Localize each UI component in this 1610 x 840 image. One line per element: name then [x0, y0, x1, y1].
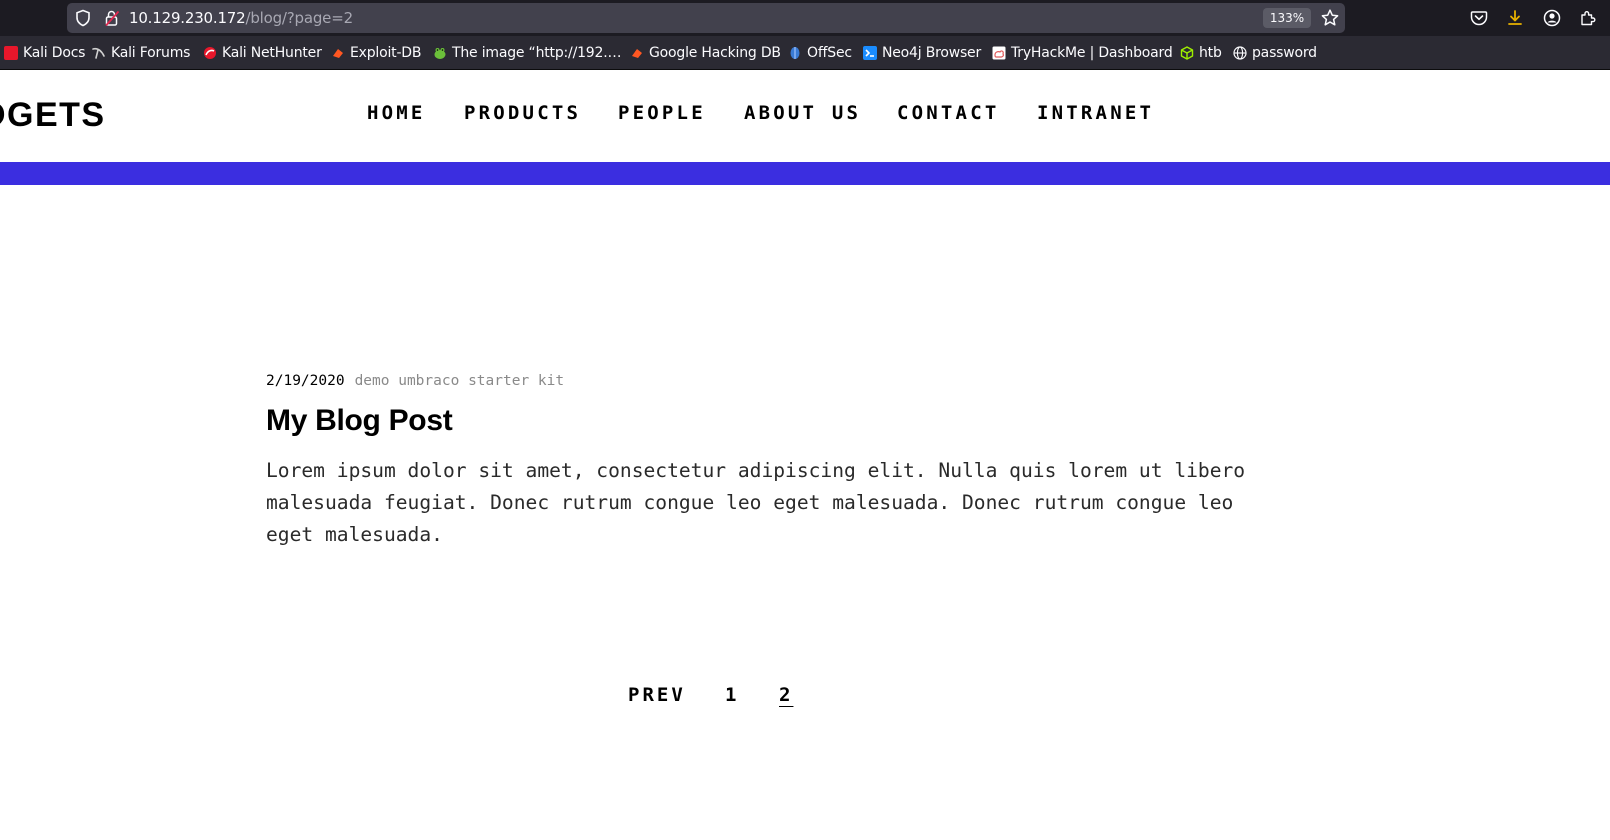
bookmark-neo4j-browser[interactable]: Neo4j Browser [863, 43, 981, 63]
account-icon[interactable] [1542, 8, 1562, 28]
bookmark-label: Kali NetHunter [222, 45, 322, 61]
pocket-icon[interactable] [1469, 8, 1489, 28]
post-title[interactable]: My Blog Post [266, 404, 453, 438]
neo4j-icon [863, 46, 877, 60]
pagination: PREV 1 2 [0, 684, 1610, 714]
bookmark-htb[interactable]: htb [1180, 43, 1222, 63]
bookmark-star-icon[interactable] [1320, 8, 1340, 28]
bookmark-label: htb [1199, 45, 1222, 61]
url-path: /blog/?page=2 [245, 9, 353, 27]
site-header: IDGETS HOME PRODUCTS PEOPLE ABOUT US CON… [0, 70, 1610, 162]
url-text[interactable]: 10.129.230.172/blog/?page=2 [129, 9, 353, 27]
nav-products[interactable]: PRODUCTS [464, 102, 581, 124]
ghdb-icon [632, 49, 642, 58]
bookmark-label: OffSec [807, 45, 852, 61]
bookmark-kali-nethunter[interactable]: Kali NetHunter [203, 43, 322, 63]
htb-cube-icon [1180, 46, 1194, 60]
exploit-db-icon [333, 49, 343, 58]
insecure-lock-icon[interactable] [103, 9, 121, 27]
bookmark-exploit-db[interactable]: Exploit-DB [331, 43, 421, 63]
tracking-protection-shield-icon[interactable] [74, 9, 92, 27]
bookmark-tryhackme[interactable]: TryHackMe | Dashboard [992, 43, 1173, 63]
extensions-puzzle-icon[interactable] [1578, 8, 1598, 28]
post-excerpt: Lorem ipsum dolor sit amet, consectetur … [266, 459, 1246, 546]
bookmark-label: password [1252, 45, 1317, 61]
url-host: 10.129.230.172 [129, 9, 246, 27]
offsec-icon [790, 47, 800, 59]
bookmark-label: Google Hacking DB [649, 45, 781, 61]
nav-home[interactable]: HOME [367, 102, 426, 124]
bookmark-google-hacking-db[interactable]: Google Hacking DB [630, 43, 781, 63]
bookmark-label: The image “http://192.… [452, 45, 622, 61]
post-tags: demo umbraco starter kit [354, 373, 565, 389]
main-nav: HOME PRODUCTS PEOPLE ABOUT US CONTACT IN… [0, 102, 1610, 132]
address-bar[interactable]: 10.129.230.172/blog/?page=2 133% [67, 3, 1345, 33]
header-accent-bar [0, 162, 1610, 185]
post-date: 2/19/2020 [266, 373, 345, 389]
nav-about-us[interactable]: ABOUT US [744, 102, 861, 124]
zoom-level-badge[interactable]: 133% [1263, 8, 1311, 28]
pagination-page-2[interactable]: 2 [779, 684, 793, 706]
frog-icon [434, 48, 446, 59]
kali-docs-icon [4, 46, 18, 60]
downloads-icon[interactable] [1505, 8, 1525, 28]
bookmark-kali-docs[interactable]: Kali Docs [4, 43, 85, 63]
bookmarks-toolbar: Kali Docs Kali Forums Kali NetHunter Exp… [0, 36, 1610, 70]
browser-toolbar: 10.129.230.172/blog/?page=2 133% [0, 0, 1610, 36]
bookmark-label: TryHackMe | Dashboard [1011, 45, 1173, 61]
pagination-prev[interactable]: PREV [628, 684, 686, 706]
nav-intranet[interactable]: INTRANET [1037, 102, 1154, 124]
nethunter-icon [204, 47, 216, 59]
tryhackme-icon [992, 46, 1006, 60]
bookmark-label: Neo4j Browser [882, 45, 982, 61]
bookmark-image-link[interactable]: The image “http://192.… [433, 43, 621, 63]
bookmark-offsec[interactable]: OffSec [788, 43, 852, 63]
bookmark-label: Exploit-DB [350, 45, 422, 61]
globe-icon [1233, 46, 1247, 60]
nav-people[interactable]: PEOPLE [618, 102, 706, 124]
bookmark-label: Kali Docs [23, 45, 86, 61]
kali-dragon-icon [92, 47, 105, 59]
bookmark-label: Kali Forums [111, 45, 191, 61]
pagination-page-1[interactable]: 1 [725, 684, 739, 706]
nav-contact[interactable]: CONTACT [897, 102, 999, 124]
bookmark-password[interactable]: password [1233, 43, 1317, 63]
post-meta: 2/19/2020 demo umbraco starter kit [266, 373, 564, 389]
bookmark-kali-forums[interactable]: Kali Forums [92, 43, 190, 63]
